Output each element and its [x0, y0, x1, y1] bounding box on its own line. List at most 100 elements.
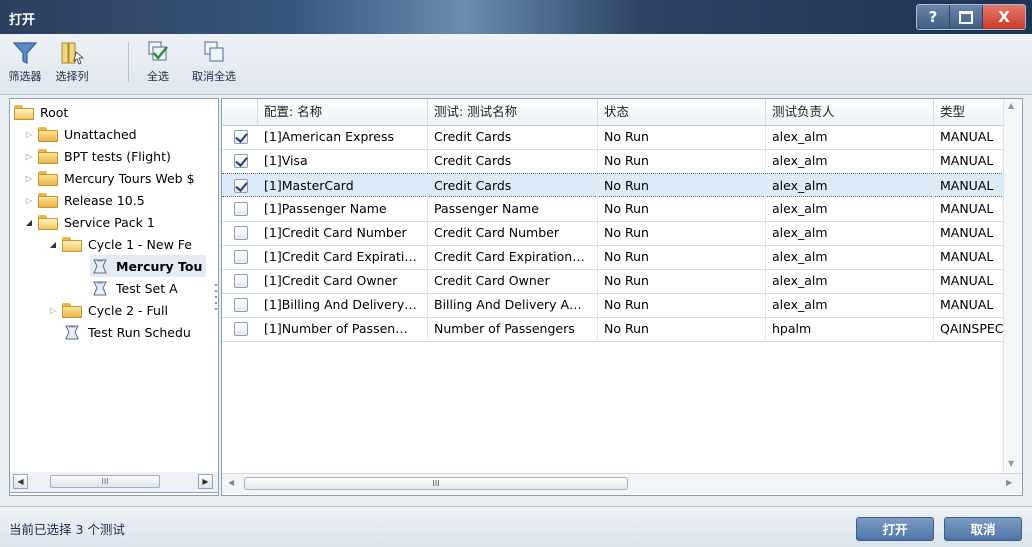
test-set-icon: [62, 324, 82, 341]
tree-item-label: Service Pack 1: [64, 214, 155, 230]
tree-item-label: Release 10.5: [64, 192, 145, 208]
cell-test-name: Credit Card Owner: [428, 269, 598, 293]
folder-icon: [38, 170, 58, 186]
cell-status: No Run: [598, 125, 766, 149]
cell-config: [1]Passenger Name: [258, 197, 428, 221]
tree-item-release-10-5[interactable]: ▷ Release 10.5: [24, 189, 145, 211]
expand-arrow-icon[interactable]: ▷: [24, 196, 34, 205]
table-row[interactable]: [1]Number of Passen… Number of Passengers…: [222, 317, 1022, 342]
table-row[interactable]: [1]Credit Card Number Credit Card Number N…: [222, 221, 1022, 246]
deselect-all-button[interactable]: 取消全选: [188, 38, 240, 84]
folder-icon: [38, 126, 58, 142]
scroll-thumb[interactable]: III: [244, 477, 628, 490]
folder-tree[interactable]: Root ▷ Unattached ▷ BPT tests (Flight) ▷…: [9, 98, 219, 496]
close-icon: X: [998, 8, 1010, 26]
checkbox-column-header: [222, 99, 258, 125]
tree-item-bpt-tests[interactable]: ▷ BPT tests (Flight): [24, 145, 171, 167]
cell-owner: alex_alm: [766, 197, 934, 221]
cell-owner: hpalm: [766, 317, 934, 341]
expand-arrow-icon[interactable]: ▷: [48, 306, 58, 315]
scroll-thumb[interactable]: III: [50, 475, 160, 488]
row-checkbox[interactable]: [234, 178, 248, 193]
table-row[interactable]: [1]Credit Card Owner Credit Card Owner No …: [222, 269, 1022, 294]
cell-test-name: Credit Cards: [428, 174, 598, 198]
row-checkbox[interactable]: [234, 250, 248, 264]
folder-icon: [38, 192, 58, 208]
cell-status: No Run: [598, 245, 766, 269]
row-checkbox[interactable]: [234, 274, 248, 288]
cell-test-name: Credit Card Number: [428, 221, 598, 245]
select-all-button[interactable]: 全选: [140, 38, 176, 84]
toolbar: 筛选器 选择列 全选 取消全选: [0, 34, 1032, 95]
row-checkbox[interactable]: [234, 202, 248, 216]
tree-item-cycle-2[interactable]: ▷ Cycle 2 - Full: [48, 299, 168, 321]
tree-item-mercury-tours-web[interactable]: ▷ Mercury Tours Web $: [24, 167, 195, 189]
tree-item-mercury-tou[interactable]: Mercury Tou: [90, 255, 207, 277]
test-set-icon: [90, 258, 110, 275]
close-button[interactable]: X: [983, 5, 1025, 29]
window-title: 打开: [9, 13, 36, 28]
tree-item-test-run-schedule[interactable]: Test Run Schedu: [62, 321, 191, 343]
tree-item-root[interactable]: Root: [14, 101, 68, 123]
grid-horizontal-scrollbar[interactable]: ◀ III ▶: [222, 473, 1022, 494]
collapse-arrow-icon[interactable]: ◢: [48, 240, 58, 249]
tree-item-unattached[interactable]: ▷ Unattached: [24, 123, 137, 145]
filter-button[interactable]: 筛选器: [6, 38, 44, 84]
tree-item-label: BPT tests (Flight): [64, 148, 171, 164]
scroll-up-icon[interactable]: ▲: [1008, 101, 1014, 110]
collapse-arrow-icon[interactable]: ◢: [24, 218, 34, 227]
status-bar: 当前已选择 3 个测试 打开 取消: [0, 506, 1032, 547]
table-row[interactable]: [1]MasterCard Credit Cards No Run alex_alm M…: [222, 173, 1022, 198]
expand-arrow-icon[interactable]: ▷: [24, 130, 34, 139]
folder-icon: [62, 302, 82, 318]
grid-vertical-scrollbar[interactable]: ▲ ▼: [1003, 99, 1022, 475]
help-button[interactable]: ?: [917, 5, 950, 29]
tree-item-cycle-1[interactable]: ◢ Cycle 1 - New Fe: [48, 233, 192, 255]
table-row[interactable]: [1]Passenger Name Passenger Name No Run ale…: [222, 197, 1022, 222]
column-header-owner[interactable]: 测试负责人: [766, 99, 934, 125]
tree-item-service-pack-1[interactable]: ◢ Service Pack 1: [24, 211, 155, 233]
column-header-status[interactable]: 状态: [598, 99, 766, 125]
expand-arrow-icon[interactable]: ▷: [24, 152, 34, 161]
columns-label: 选择列: [55, 70, 89, 83]
help-icon: ?: [928, 8, 938, 26]
column-header-config[interactable]: 配置: 名称: [258, 99, 428, 125]
scroll-right-icon[interactable]: ▶: [198, 474, 213, 489]
cell-config: [1]American Express: [258, 125, 428, 149]
open-button[interactable]: 打开: [856, 517, 934, 541]
tree-horizontal-scrollbar[interactable]: ◀ III ▶: [9, 472, 219, 493]
column-header-test[interactable]: 测试: 测试名称: [428, 99, 598, 125]
folder-icon: [38, 148, 58, 164]
row-checkbox[interactable]: [234, 322, 248, 336]
cell-config: [1]Credit Card Owner: [258, 269, 428, 293]
cell-test-name: Passenger Name: [428, 197, 598, 221]
cell-status: No Run: [598, 149, 766, 173]
table-row[interactable]: [1]Billing And Delivery… Billing And Deli…: [222, 293, 1022, 318]
tree-item-label: Test Set A: [116, 280, 178, 296]
tree-item-label: Test Run Schedu: [88, 324, 191, 340]
table-row[interactable]: [1]Visa Credit Cards No Run alex_alm MANUAL: [222, 149, 1022, 174]
select-all-label: 全选: [147, 70, 169, 83]
row-checkbox[interactable]: [234, 226, 248, 240]
tests-grid: 配置: 名称 测试: 测试名称 状态 测试负责人 类型 [1]American …: [221, 98, 1023, 496]
tree-item-test-set-a[interactable]: Test Set A: [90, 277, 178, 299]
table-row[interactable]: [1]American Express Credit Cards No Run ale…: [222, 125, 1022, 150]
row-checkbox[interactable]: [234, 129, 248, 144]
scroll-right-icon[interactable]: ▶: [1006, 478, 1012, 487]
select-columns-button[interactable]: 选择列: [52, 38, 92, 84]
cancel-button[interactable]: 取消: [944, 517, 1022, 541]
row-checkbox[interactable]: [234, 298, 248, 312]
expand-arrow-icon[interactable]: ▷: [24, 174, 34, 183]
row-checkbox[interactable]: [234, 153, 248, 168]
cell-config: [1]Credit Card Number: [258, 221, 428, 245]
grid-header: 配置: 名称 测试: 测试名称 状态 测试负责人 类型: [222, 99, 1022, 126]
cell-owner: alex_alm: [766, 269, 934, 293]
splitter-handle[interactable]: [214, 282, 218, 314]
scroll-down-icon[interactable]: ▼: [1008, 459, 1014, 468]
tree-item-label: Cycle 1 - New Fe: [88, 236, 192, 252]
scroll-left-icon[interactable]: ◀: [13, 474, 28, 489]
columns-icon: [52, 38, 92, 68]
scroll-left-icon[interactable]: ◀: [228, 478, 234, 487]
table-row[interactable]: [1]Credit Card Expirati… Credit Card Expi…: [222, 245, 1022, 270]
restore-button[interactable]: [950, 5, 983, 29]
